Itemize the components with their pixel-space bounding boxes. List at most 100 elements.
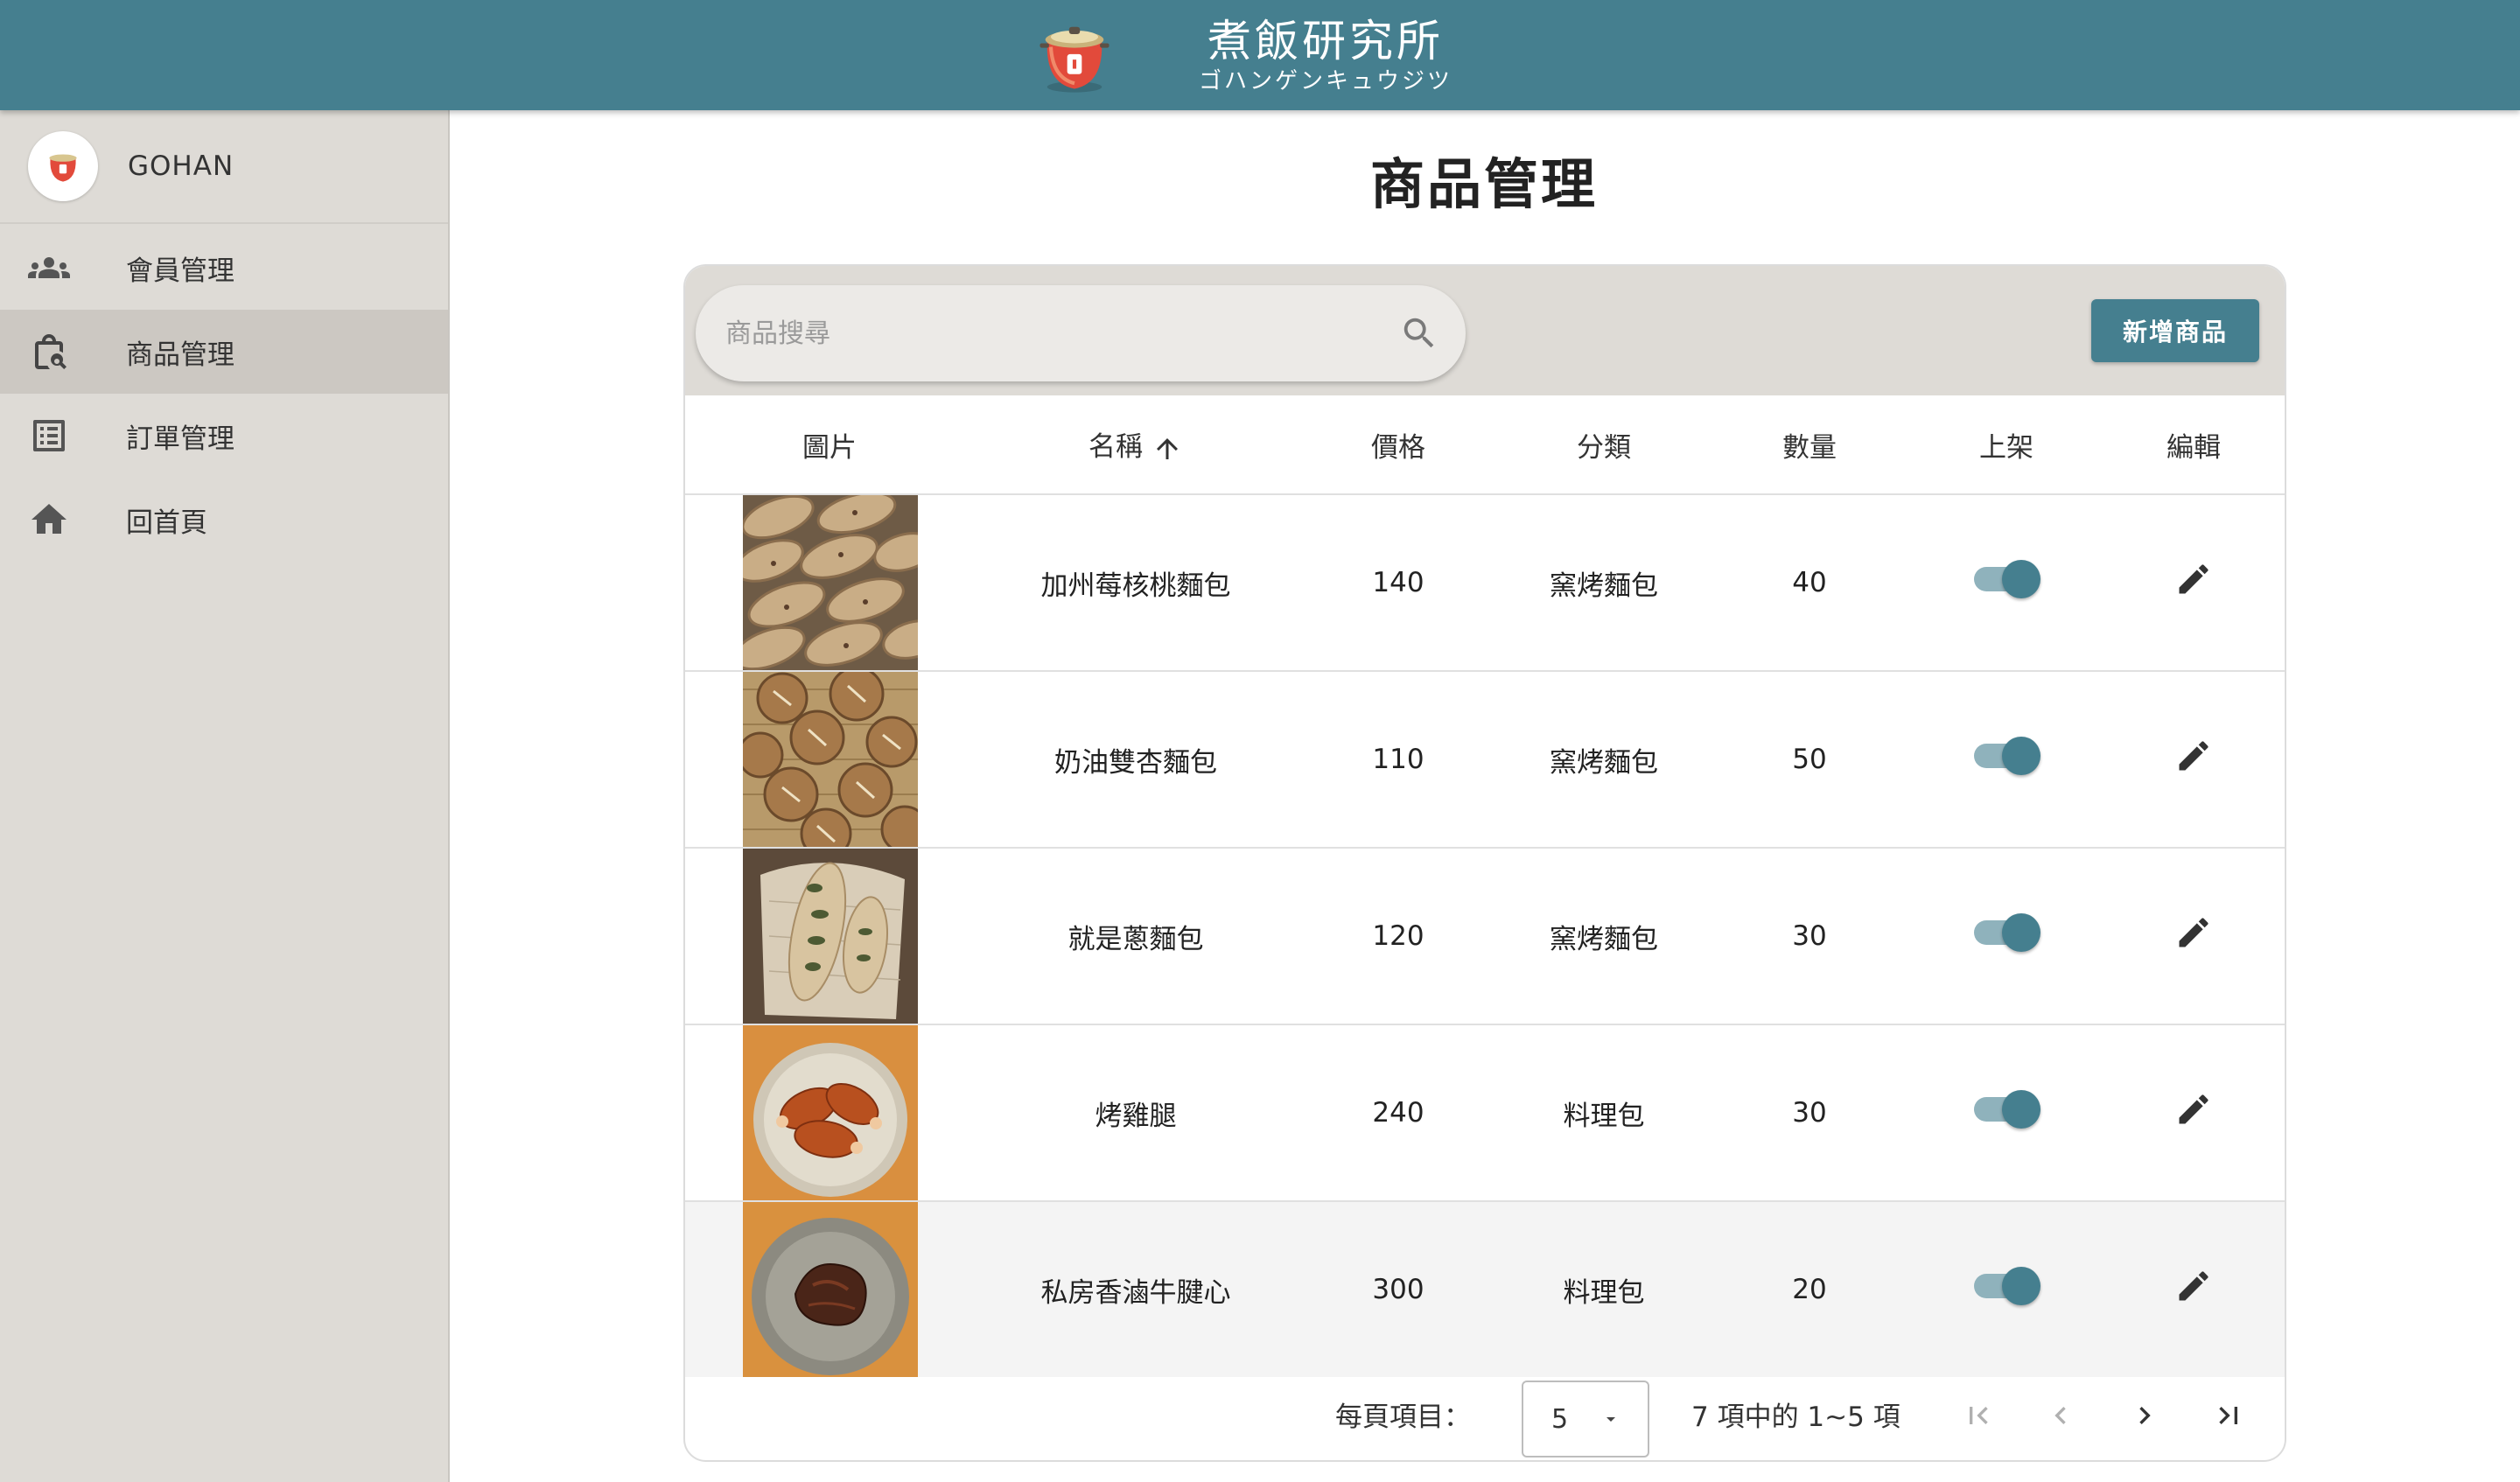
edit-icon[interactable] (2174, 913, 2213, 952)
cell-price: 140 (1298, 494, 1499, 672)
brand-logo[interactable]: 煮飯研究所 ゴハンゲンキュウジツ (1029, 10, 1452, 101)
cell-edit (2103, 1024, 2285, 1202)
column-header-name[interactable]: 名稱 (974, 395, 1298, 495)
first-page-icon (1970, 1407, 1988, 1424)
cell-listed (1910, 848, 2103, 1025)
profile-name: GOHAN (128, 150, 234, 182)
edit-icon[interactable] (2174, 737, 2213, 775)
sidebar-item-label: 商品管理 (126, 339, 234, 371)
cell-edit (2103, 848, 2285, 1025)
pagination-range: 7 項中的 1~5 項 (1691, 1401, 1900, 1433)
cell-quantity: 30 (1709, 1024, 1910, 1202)
cell-image (685, 671, 974, 849)
column-header-label: 上架 (1979, 431, 2034, 464)
cell-category: 窯烤麵包 (1499, 671, 1709, 849)
profile: GOHAN (0, 110, 448, 224)
column-header-edit[interactable]: 編輯 (2103, 395, 2285, 495)
sidebar-item-products[interactable]: 商品管理 (0, 310, 448, 394)
listed-toggle[interactable] (1972, 913, 2040, 952)
sidebar-item-home[interactable]: 回首頁 (0, 478, 448, 562)
last-page-icon (2219, 1407, 2237, 1424)
sidebar-item-label: 會員管理 (126, 255, 234, 287)
home-icon (28, 499, 70, 541)
rows-per-page-select[interactable]: 5 (1522, 1381, 1649, 1458)
column-header-label: 圖片 (802, 431, 857, 464)
previous-page-button[interactable] (2040, 1395, 2082, 1437)
table-row: 奶油雙杏麵包 110 窯烤麵包 50 (685, 671, 2285, 849)
chevron-left-icon (2054, 1407, 2066, 1424)
cell-price: 120 (1298, 848, 1499, 1025)
last-page-button[interactable] (2208, 1395, 2250, 1437)
listed-toggle[interactable] (1972, 1090, 2040, 1129)
listed-toggle[interactable] (1972, 1267, 2040, 1305)
cell-image (685, 848, 974, 1025)
cell-category: 料理包 (1499, 1024, 1709, 1202)
cell-quantity: 20 (1709, 1201, 1910, 1377)
table-header-row: 圖片 名稱 價格 分類 數量 上架 編輯 (685, 395, 2285, 495)
cell-name: 烤雞腿 (974, 1024, 1298, 1202)
cell-category: 料理包 (1499, 1201, 1709, 1377)
brand-text: 煮飯研究所 ゴハンゲンキュウジツ (1199, 16, 1452, 96)
edit-icon[interactable] (2174, 560, 2213, 598)
cell-category: 窯烤麵包 (1499, 494, 1709, 672)
column-header-image[interactable]: 圖片 (685, 395, 974, 495)
sidebar-item-orders[interactable]: 訂單管理 (0, 394, 448, 478)
people-icon (28, 247, 70, 289)
cell-name: 就是蔥麵包 (974, 848, 1298, 1025)
brand-title: 煮飯研究所 (1208, 16, 1444, 66)
search-box (696, 285, 1466, 381)
cell-listed (1910, 494, 2103, 672)
table-row: 私房香滷牛腱心 300 料理包 20 (685, 1201, 2285, 1377)
cell-quantity: 40 (1709, 494, 1910, 672)
table-row: 烤雞腿 240 料理包 30 (685, 1024, 2285, 1202)
column-header-label: 編輯 (2166, 431, 2221, 464)
cell-edit (2103, 671, 2285, 849)
column-header-listed[interactable]: 上架 (1910, 395, 2103, 495)
product-thumbnail-braised-beef (743, 1202, 918, 1377)
chevron-right-icon (2139, 1407, 2151, 1424)
column-header-label: 分類 (1577, 431, 1631, 464)
cell-quantity: 30 (1709, 848, 1910, 1025)
table-row: 加州莓核桃麵包 140 窯烤麵包 40 (685, 494, 2285, 672)
cell-quantity: 50 (1709, 671, 1910, 849)
cell-price: 110 (1298, 671, 1499, 849)
first-page-button[interactable] (1957, 1395, 1999, 1437)
product-table-card: 新增商品 圖片 名稱 價格 分類 數量 上架 編輯 (683, 264, 2286, 1462)
column-header-category[interactable]: 分類 (1499, 395, 1709, 495)
page-title: 商品管理 (1369, 152, 1598, 216)
column-header-label: 數量 (1782, 431, 1837, 464)
cell-edit (2103, 494, 2285, 672)
pagination: 每頁項目： 5 7 項中的 1~5 項 (685, 1370, 2285, 1458)
table-row: 就是蔥麵包 120 窯烤麵包 30 (685, 848, 2285, 1025)
edit-icon[interactable] (2174, 1090, 2213, 1129)
rice-pot-logo-icon (1040, 26, 1110, 93)
product-table: 圖片 名稱 價格 分類 數量 上架 編輯 加州莓核桃麵包 140 窯烤麵包 40… (685, 395, 2285, 1377)
sidebar-item-members[interactable]: 會員管理 (0, 226, 448, 310)
cell-listed (1910, 671, 2103, 849)
shopping-bag-search-icon (28, 331, 70, 373)
cell-price: 240 (1298, 1024, 1499, 1202)
avatar (28, 131, 98, 201)
sidebar-nav: 會員管理 商品管理 訂單管理 回首頁 (0, 226, 448, 562)
column-header-quantity[interactable]: 數量 (1709, 395, 1910, 495)
cell-name: 加州莓核桃麵包 (974, 494, 1298, 672)
search-icon[interactable] (1399, 313, 1439, 353)
cell-listed (1910, 1201, 2103, 1377)
cell-image (685, 1024, 974, 1202)
edit-icon[interactable] (2174, 1267, 2213, 1305)
search-input[interactable] (724, 317, 1392, 350)
listed-toggle[interactable] (1972, 560, 2040, 598)
listed-toggle[interactable] (1972, 737, 2040, 775)
cell-name: 奶油雙杏麵包 (974, 671, 1298, 849)
sort-ascending-icon[interactable] (1152, 433, 1183, 465)
column-header-price[interactable]: 價格 (1298, 395, 1499, 495)
cell-edit (2103, 1201, 2285, 1377)
list-icon (28, 415, 70, 457)
next-page-button[interactable] (2124, 1395, 2166, 1437)
rows-per-page-label: 每頁項目： (1335, 1401, 1471, 1433)
sidebar-item-label: 訂單管理 (126, 423, 234, 455)
add-product-button[interactable]: 新增商品 (2091, 299, 2259, 362)
cell-category: 窯烤麵包 (1499, 848, 1709, 1025)
product-thumbnail-roast-chicken (743, 1025, 918, 1200)
brand-subtitle: ゴハンゲンキュウジツ (1199, 68, 1453, 94)
